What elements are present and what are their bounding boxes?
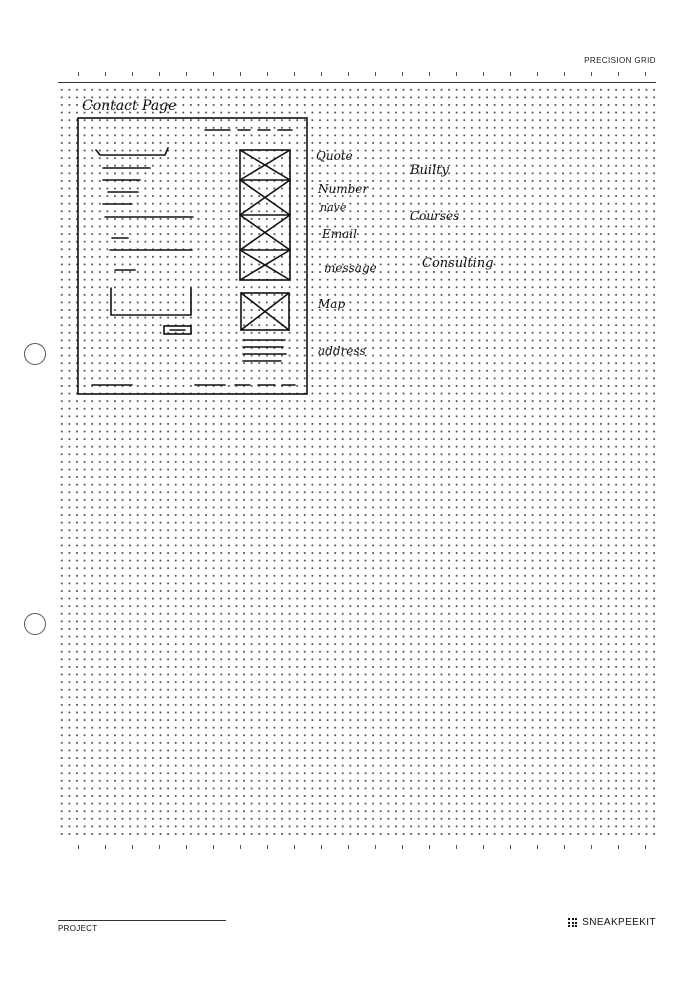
annotation-address: address	[318, 344, 366, 358]
annotation-message: message	[324, 261, 377, 275]
note-courses: Courses	[410, 209, 459, 223]
project-line	[58, 920, 226, 921]
brand: SNEAKPEEKIT	[568, 917, 656, 928]
annotation-email: Email	[321, 227, 357, 241]
annotation-name: nave	[320, 201, 347, 214]
wireframe-sketch: Contact Page Quote Number nave Email mes…	[77, 98, 493, 395]
note-consulting: Consulting	[422, 256, 493, 271]
project-label: PROJECT	[58, 924, 98, 933]
wireframe-frame	[77, 117, 308, 395]
form-heading-line	[95, 147, 169, 156]
message-box	[110, 287, 192, 316]
grid-dots-icon	[568, 918, 578, 927]
brand-name: SNEAKPEEKIT	[582, 917, 656, 928]
annotation-map: Map	[317, 297, 345, 311]
sketch-title: Contact Page	[82, 98, 176, 114]
form-text-lines	[102, 167, 194, 271]
address-lines	[242, 339, 287, 362]
note-building: Builty	[409, 163, 449, 178]
annotation-quote: Quote	[316, 149, 353, 163]
annotation-number: Number	[317, 182, 369, 196]
